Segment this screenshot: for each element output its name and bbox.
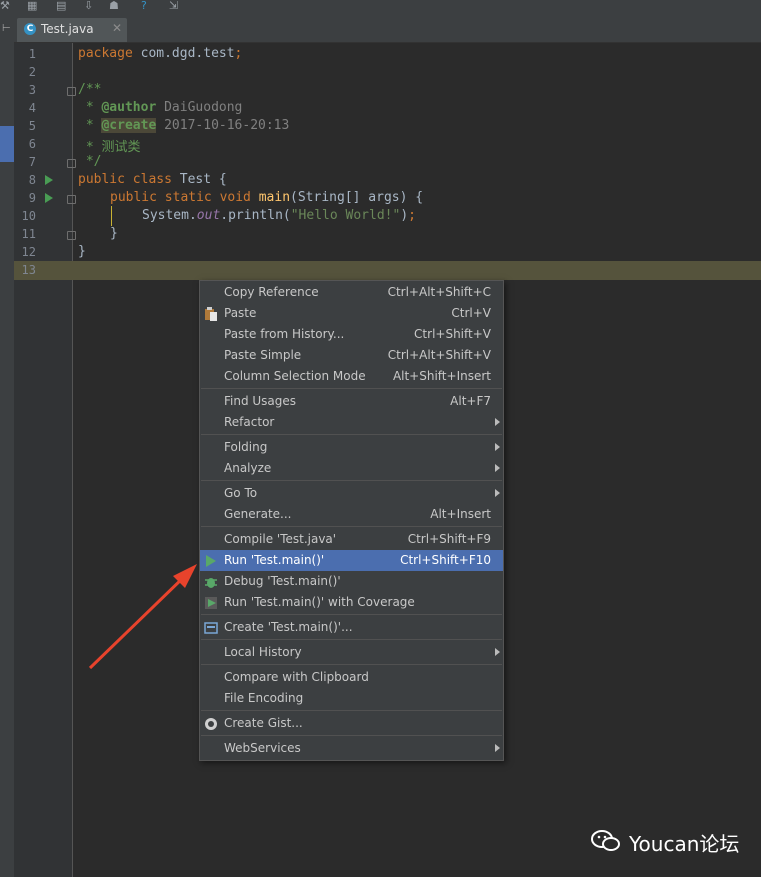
annotation-arrow-icon [88,564,197,670]
watermark: Youcan论坛 [591,828,740,857]
watermark-text: Youcan论坛 [629,832,740,856]
wechat-icon [591,830,620,851]
